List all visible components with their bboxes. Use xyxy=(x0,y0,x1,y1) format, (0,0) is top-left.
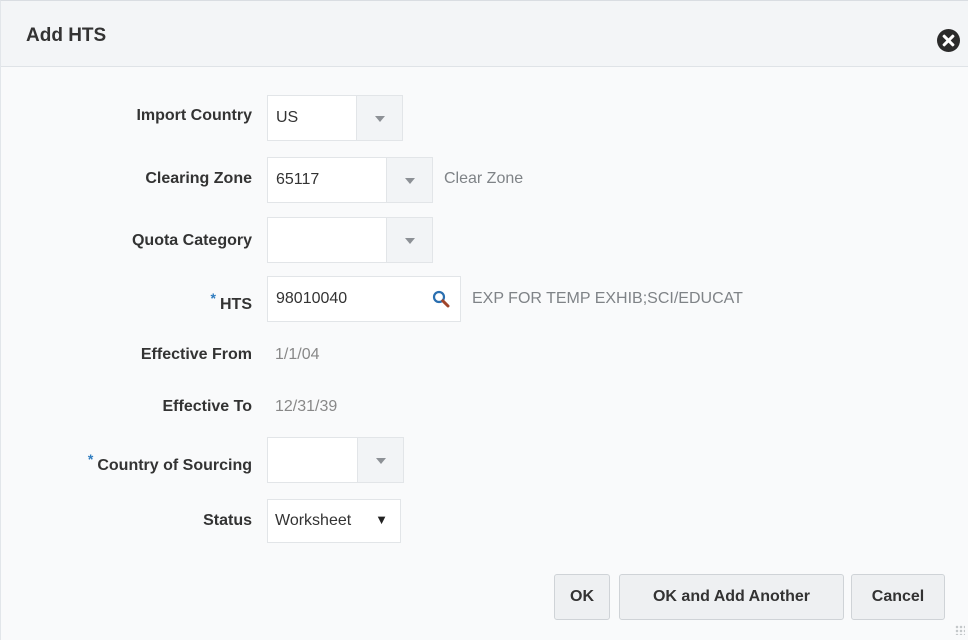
resize-handle[interactable] xyxy=(955,625,965,635)
effective-to-value: 12/31/39 xyxy=(275,398,338,415)
hts-input[interactable]: 98010040 xyxy=(267,276,461,322)
dropdown-arrow-icon: ▼ xyxy=(375,512,388,527)
chevron-down-icon[interactable] xyxy=(357,438,403,482)
quota-category-select[interactable] xyxy=(267,217,433,263)
chevron-down-icon[interactable] xyxy=(356,96,402,140)
status-select[interactable]: Worksheet ▼ xyxy=(267,499,401,543)
clearing-zone-label: Clearing Zone xyxy=(145,170,252,187)
hts-description: EXP FOR TEMP EXHIB;SCI/EDUCAT xyxy=(472,290,743,307)
status-label: Status xyxy=(203,512,252,529)
cancel-button[interactable]: Cancel xyxy=(851,574,945,620)
hts-label-wrap: * HTS xyxy=(211,290,252,314)
import-country-label: Import Country xyxy=(136,107,252,124)
country-of-sourcing-select[interactable] xyxy=(267,437,404,483)
effective-from-value: 1/1/04 xyxy=(275,346,320,363)
country-of-sourcing-label: Country of Sourcing xyxy=(97,457,252,474)
close-icon[interactable] xyxy=(937,29,960,52)
clearing-zone-value: 65117 xyxy=(276,171,320,188)
hts-value: 98010040 xyxy=(276,290,348,307)
clearing-zone-description: Clear Zone xyxy=(444,170,524,187)
hts-label: HTS xyxy=(220,296,252,313)
required-indicator: * xyxy=(87,451,94,467)
search-icon[interactable] xyxy=(432,290,450,308)
dialog-title: Add HTS xyxy=(26,25,107,46)
import-country-value: US xyxy=(276,109,299,126)
add-hts-dialog: Add HTS Import Country US Clearing Zone … xyxy=(0,0,968,640)
effective-from-label: Effective From xyxy=(140,346,252,363)
chevron-down-icon[interactable] xyxy=(386,158,432,202)
dialog-header: Add HTS xyxy=(1,1,968,67)
effective-to-label: Effective To xyxy=(162,398,253,415)
status-value: Worksheet xyxy=(275,512,352,529)
country-of-sourcing-label-wrap: * Country of Sourcing xyxy=(88,451,252,475)
import-country-select[interactable]: US xyxy=(267,95,403,141)
clearing-zone-select[interactable]: 65117 xyxy=(267,157,433,203)
required-indicator: * xyxy=(210,290,216,306)
ok-button[interactable]: OK xyxy=(554,574,610,620)
chevron-down-icon[interactable] xyxy=(386,218,432,262)
ok-and-add-another-button[interactable]: OK and Add Another xyxy=(619,574,844,620)
quota-category-label: Quota Category xyxy=(131,232,252,249)
